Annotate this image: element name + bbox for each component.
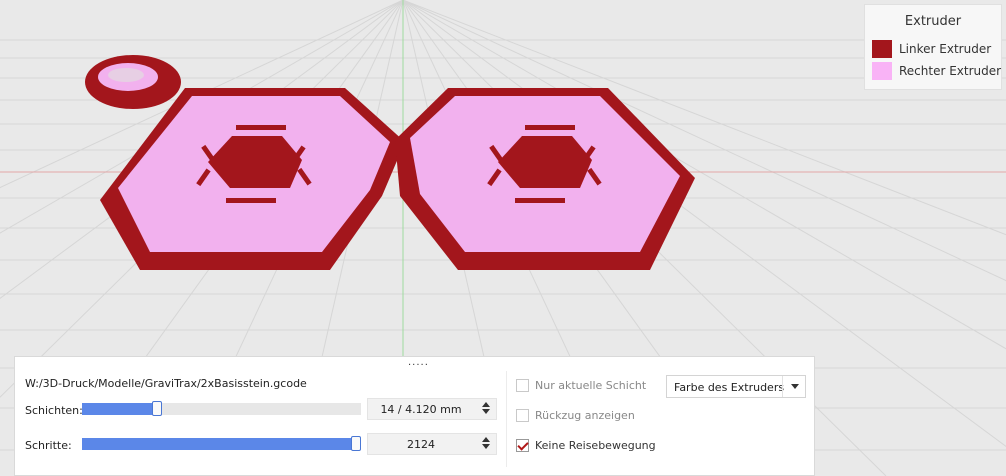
layers-label: Schichten: bbox=[25, 404, 83, 417]
dropdown-separator bbox=[782, 376, 783, 397]
legend-item-right-extruder: Rechter Extruder bbox=[872, 61, 1001, 81]
show-retraction-checkbox[interactable]: Rückzug anzeigen bbox=[516, 409, 635, 422]
steps-value: 2124 bbox=[407, 438, 435, 451]
layers-slider-fill bbox=[82, 403, 157, 415]
no-travel-moves-box[interactable] bbox=[516, 439, 529, 452]
layers-spinner[interactable] bbox=[479, 400, 493, 418]
steps-label: Schritte: bbox=[25, 439, 72, 452]
steps-spinner[interactable] bbox=[479, 435, 493, 453]
steps-spinbox[interactable]: 2124 bbox=[367, 433, 497, 455]
show-retraction-label[interactable]: Rückzug anzeigen bbox=[535, 409, 635, 422]
only-current-layer-checkbox[interactable]: Nur aktuelle Schicht bbox=[516, 379, 646, 392]
gcode-file-path: W:/3D-Druck/Modelle/GraviTrax/2xBasisste… bbox=[25, 377, 307, 390]
layers-slider-handle[interactable] bbox=[152, 401, 162, 416]
layers-spinbox[interactable]: 14 / 4.120 mm bbox=[367, 398, 497, 420]
no-travel-moves-label[interactable]: Keine Reisebewegung bbox=[535, 439, 656, 452]
panel-drag-handle-icon[interactable]: ····· bbox=[408, 361, 429, 371]
only-current-layer-box[interactable] bbox=[516, 379, 529, 392]
legend-label-left-extruder: Linker Extruder bbox=[899, 42, 992, 56]
legend-item-left-extruder: Linker Extruder bbox=[872, 39, 991, 59]
show-retraction-box[interactable] bbox=[516, 409, 529, 422]
color-scheme-dropdown[interactable]: Farbe des Extruders bbox=[666, 375, 806, 398]
legend-label-right-extruder: Rechter Extruder bbox=[899, 64, 1002, 78]
chevron-down-icon[interactable] bbox=[791, 384, 799, 389]
extruder-legend: Extruder Linker Extruder Rechter Extrude… bbox=[864, 4, 1002, 90]
layers-value: 14 / 4.120 mm bbox=[380, 403, 462, 416]
layer-view-panel: ····· W:/3D-Druck/Modelle/GraviTrax/2xBa… bbox=[14, 356, 815, 476]
layers-slider[interactable] bbox=[82, 401, 361, 416]
steps-decrement-icon[interactable] bbox=[482, 444, 490, 449]
layers-increment-icon[interactable] bbox=[482, 402, 490, 407]
layers-decrement-icon[interactable] bbox=[482, 409, 490, 414]
no-travel-moves-checkbox[interactable]: Keine Reisebewegung bbox=[516, 439, 656, 452]
color-scheme-value: Farbe des Extruders bbox=[674, 381, 785, 394]
steps-increment-icon[interactable] bbox=[482, 437, 490, 442]
panel-divider bbox=[506, 371, 507, 467]
legend-title: Extruder bbox=[904, 14, 962, 29]
steps-slider-fill bbox=[82, 438, 356, 450]
right-extruder-swatch bbox=[872, 62, 892, 80]
steps-slider-handle[interactable] bbox=[351, 436, 361, 451]
left-extruder-swatch bbox=[872, 40, 892, 58]
only-current-layer-label[interactable]: Nur aktuelle Schicht bbox=[535, 379, 646, 392]
steps-slider[interactable] bbox=[82, 436, 361, 451]
